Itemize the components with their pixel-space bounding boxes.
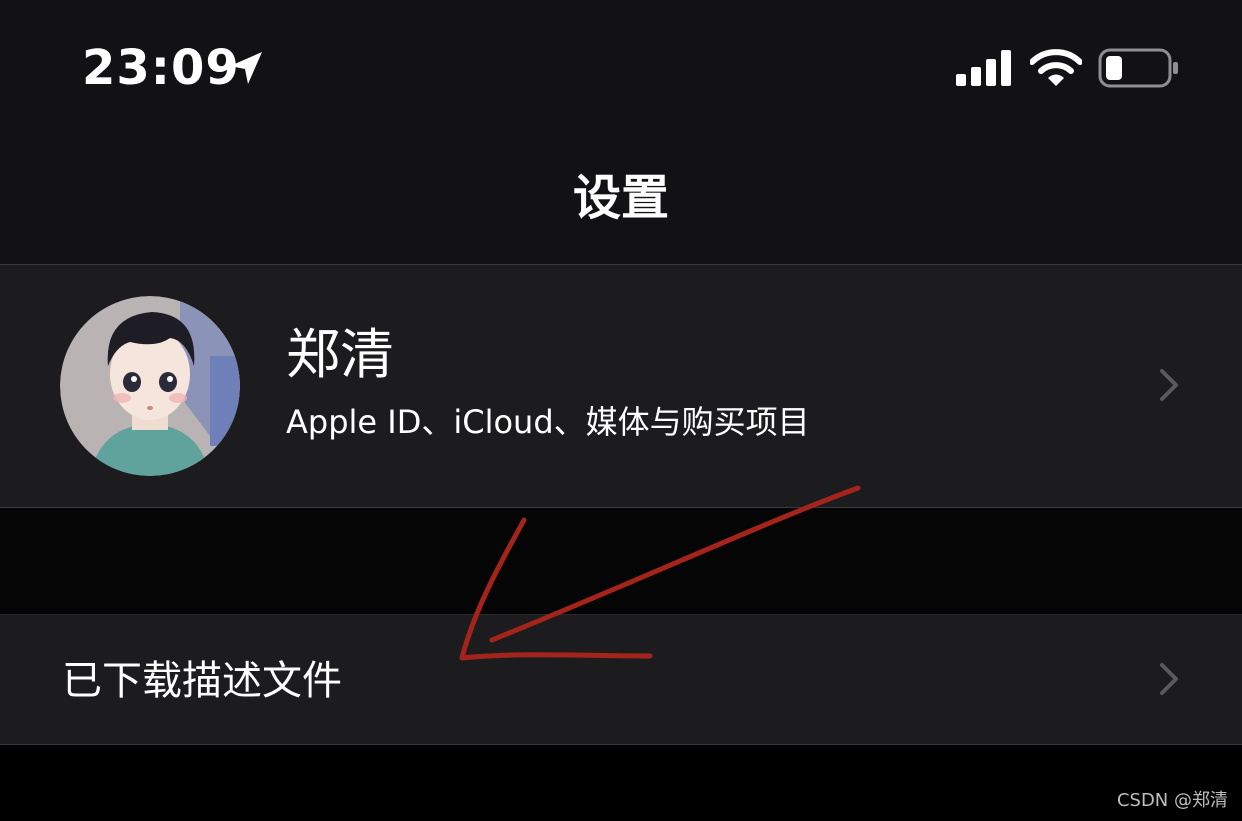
profile-name: 郑清	[286, 323, 394, 386]
annotation-arrow-icon	[459, 485, 861, 661]
location-icon	[230, 52, 262, 84]
page-title: 设置	[572, 170, 669, 226]
wifi-icon	[1030, 49, 1082, 86]
navigation-bar: 设置	[0, 130, 1242, 265]
status-bar: 23:09	[0, 0, 1242, 130]
profile-subtitle: Apple ID、iCloud、媒体与购买项目	[286, 403, 810, 441]
downloaded-profiles-label: 已下载描述文件	[62, 658, 342, 704]
signal-icon	[956, 50, 1011, 86]
chevron-right-icon	[1160, 369, 1178, 401]
avatar	[60, 296, 240, 476]
chevron-right-icon	[1160, 663, 1178, 695]
battery-icon	[1098, 48, 1178, 88]
status-time: 23:09	[82, 40, 240, 96]
watermark: CSDN @郑清	[1116, 790, 1228, 811]
